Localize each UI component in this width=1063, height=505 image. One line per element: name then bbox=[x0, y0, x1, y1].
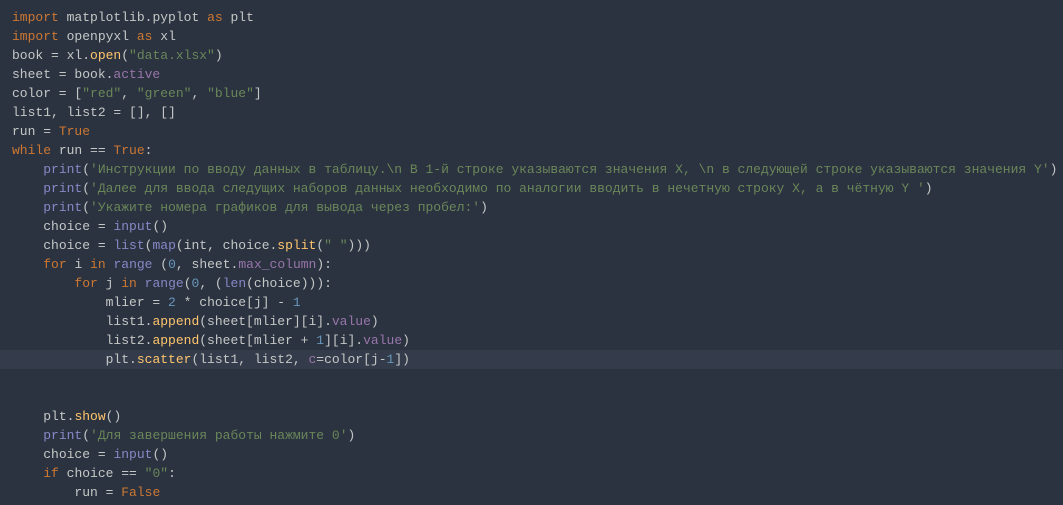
code-line[interactable]: list2.append(sheet[mlier + 1][i].value) bbox=[12, 331, 1063, 350]
code-line[interactable]: run = True bbox=[12, 122, 1063, 141]
code-line[interactable]: print('Инструкции по вводу данных в табл… bbox=[12, 160, 1063, 179]
code-line[interactable]: print('Далее для ввода следущих наборов … bbox=[12, 179, 1063, 198]
code-line[interactable]: choice = list(map(int, choice.split(" ")… bbox=[12, 236, 1063, 255]
code-line[interactable] bbox=[12, 369, 1063, 388]
code-line[interactable] bbox=[12, 388, 1063, 407]
code-line[interactable]: mlier = 2 * choice[j] - 1 bbox=[12, 293, 1063, 312]
code-line[interactable]: plt.scatter(list1, list2, c=color[j-1]) bbox=[0, 350, 1063, 369]
code-line[interactable]: choice = input() bbox=[12, 217, 1063, 236]
code-line[interactable]: list1.append(sheet[mlier][i].value) bbox=[12, 312, 1063, 331]
code-line[interactable]: book = xl.open("data.xlsx") bbox=[12, 46, 1063, 65]
code-line[interactable]: print('Укажите номера графиков для вывод… bbox=[12, 198, 1063, 217]
code-editor[interactable]: import matplotlib.pyplot as pltimport op… bbox=[12, 8, 1063, 502]
code-line[interactable]: if choice == "0": bbox=[12, 464, 1063, 483]
code-line[interactable]: for i in range (0, sheet.max_column): bbox=[12, 255, 1063, 274]
code-line[interactable]: list1, list2 = [], [] bbox=[12, 103, 1063, 122]
code-line[interactable]: color = ["red", "green", "blue"] bbox=[12, 84, 1063, 103]
code-line[interactable]: import openpyxl as xl bbox=[12, 27, 1063, 46]
code-line[interactable]: import matplotlib.pyplot as plt bbox=[12, 8, 1063, 27]
code-line[interactable]: run = False bbox=[12, 483, 1063, 502]
code-line[interactable]: sheet = book.active bbox=[12, 65, 1063, 84]
code-line[interactable]: choice = input() bbox=[12, 445, 1063, 464]
code-line[interactable]: for j in range(0, (len(choice))): bbox=[12, 274, 1063, 293]
code-line[interactable]: print('Для завершения работы нажмите 0') bbox=[12, 426, 1063, 445]
code-line[interactable]: while run == True: bbox=[12, 141, 1063, 160]
code-line[interactable]: plt.show() bbox=[12, 407, 1063, 426]
